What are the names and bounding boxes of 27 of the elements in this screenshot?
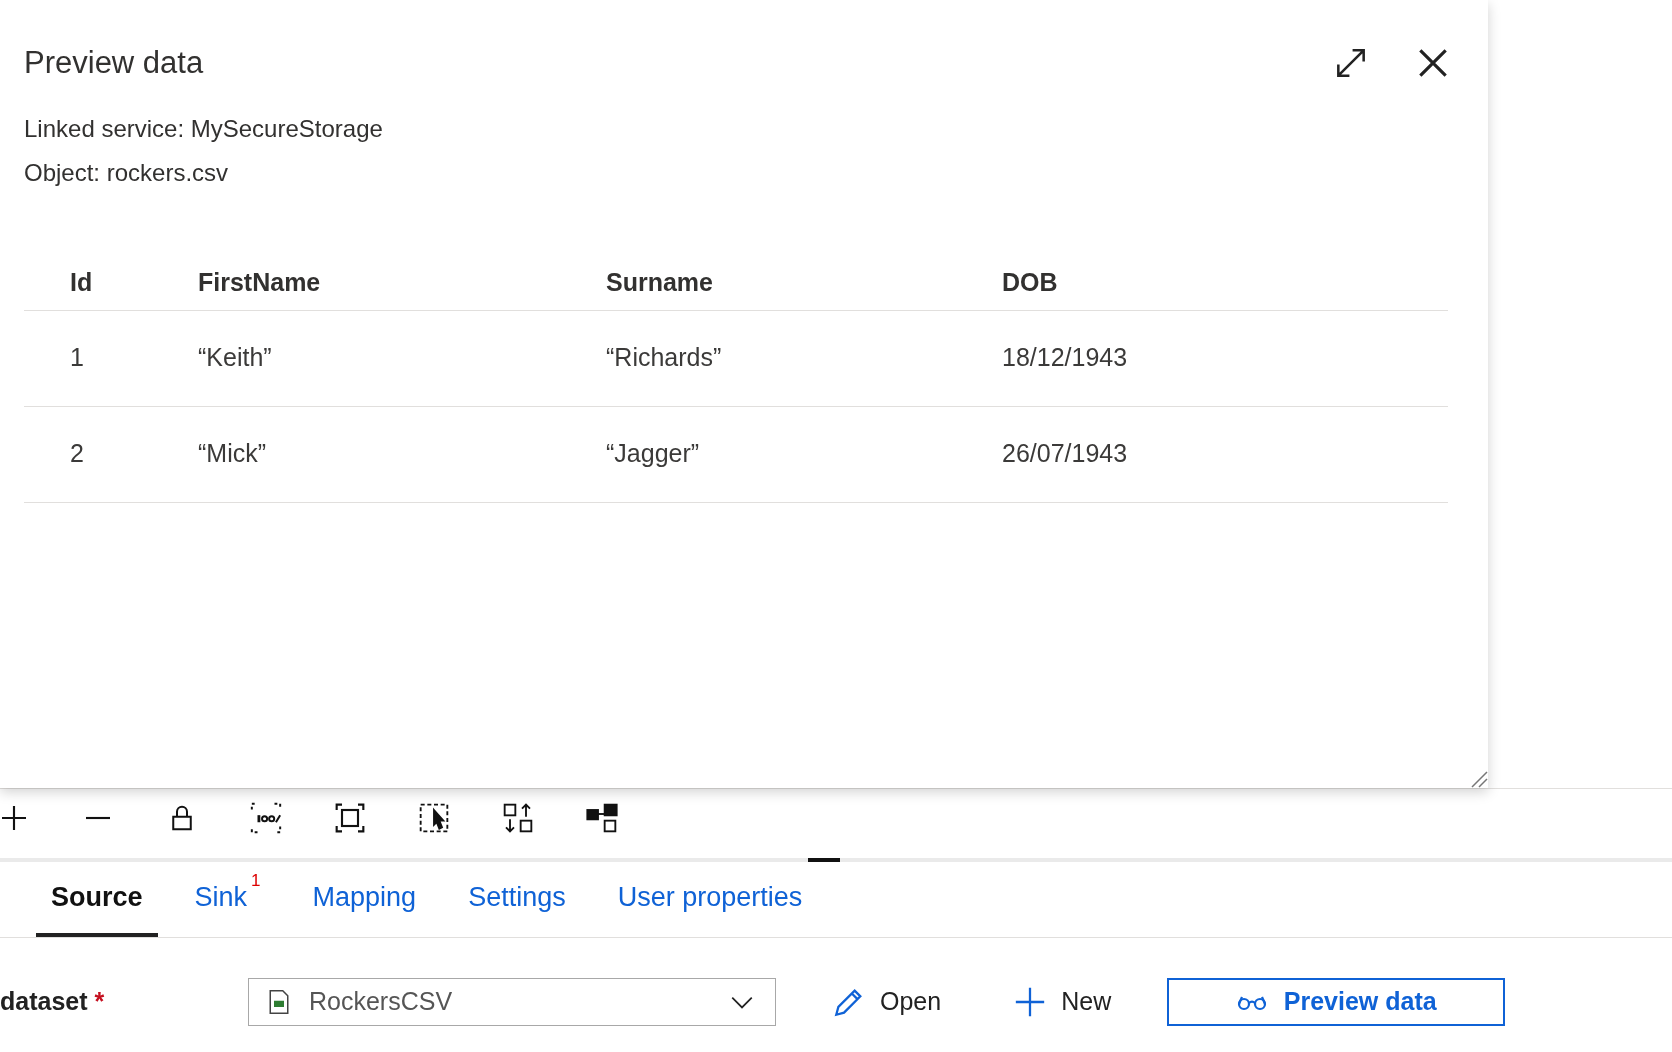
column-header: Id: [70, 268, 93, 297]
preview-data-button[interactable]: Preview data: [1167, 978, 1506, 1026]
table-cell: “Mick”: [198, 439, 267, 468]
column-header: DOB: [1002, 268, 1058, 297]
table-cell: “Jagger”: [606, 439, 700, 468]
tab[interactable]: Settings: [453, 872, 581, 937]
csv-file-icon: [269, 989, 289, 1015]
tab[interactable]: User properties: [602, 872, 818, 937]
open-button[interactable]: Open: [832, 983, 942, 1021]
table-cell: 26/07/1943: [1002, 439, 1128, 468]
tab[interactable]: Mapping: [297, 872, 432, 937]
panel-title: Preview data: [24, 44, 204, 82]
tab[interactable]: Source: [36, 872, 158, 937]
table-cell: 18/12/1943: [1002, 343, 1128, 372]
table-cell: “Keith”: [198, 343, 272, 372]
splitter-handle[interactable]: [808, 858, 840, 862]
dataset-dropdown[interactable]: RockersCSV: [248, 978, 776, 1026]
column-header: Surname: [606, 268, 713, 297]
object-text: Object: rockers.csv: [24, 157, 229, 188]
table-cell: 1: [70, 343, 84, 372]
table-cell: 2: [70, 439, 84, 468]
dataset-label: dataset *: [0, 987, 105, 1016]
table-cell: “Richards”: [606, 343, 722, 372]
linked-service-text: Linked service: MySecureStorage: [24, 113, 383, 144]
error-count-text: 1: [251, 870, 261, 891]
column-header: FirstName: [198, 268, 321, 297]
new-button[interactable]: New: [1013, 983, 1112, 1021]
